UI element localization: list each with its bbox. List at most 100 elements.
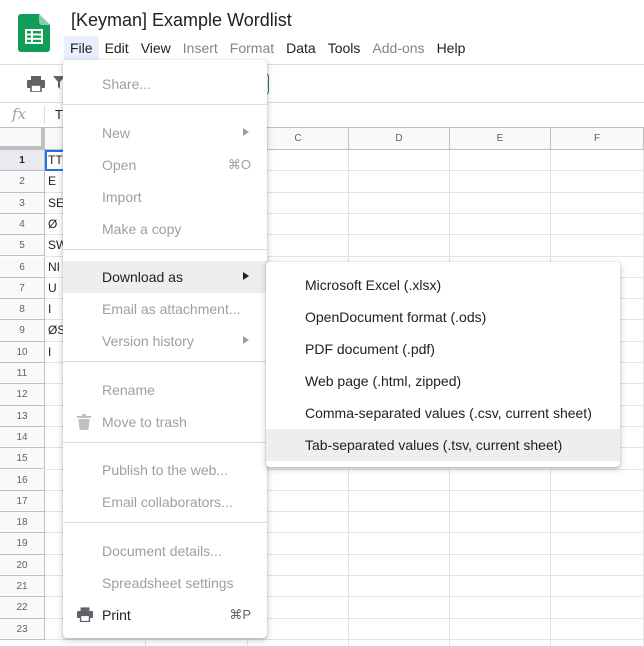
menu-separator	[63, 104, 267, 105]
file-menu-label: Email as attachment...	[102, 301, 241, 317]
file-menu-label: Make a copy	[102, 220, 182, 237]
row-header-16[interactable]: 16	[0, 469, 45, 491]
download-option-tab-separated-values-tsv-current-sheet[interactable]: Tab-separated values (.tsv, current shee…	[266, 429, 620, 461]
menu-addons[interactable]: Add-ons	[366, 36, 430, 60]
menu-file[interactable]: File	[64, 36, 99, 60]
file-menu-label: Email collaborators...	[102, 494, 233, 510]
row-header-5[interactable]: 5	[0, 235, 45, 257]
row-header-23[interactable]: 23	[0, 618, 45, 640]
file-menu-make-a-copy[interactable]: Make a copy	[63, 213, 267, 245]
cell-a8[interactable]: I	[48, 299, 51, 320]
cell-a2[interactable]: E	[48, 171, 56, 192]
download-option-label: Comma-separated values (.csv, current sh…	[305, 405, 592, 421]
download-as-submenu: Microsoft Excel (.xlsx) OpenDocument form…	[266, 262, 620, 467]
file-menu-download-as[interactable]: Download as	[63, 261, 267, 293]
row-header-9[interactable]: 9	[0, 320, 45, 342]
cell-a10[interactable]: I	[48, 342, 51, 363]
download-option-pdf-document-pdf[interactable]: PDF document (.pdf)	[266, 333, 620, 365]
file-menu-new[interactable]: New	[63, 117, 267, 149]
row-header-11[interactable]: 11	[0, 363, 45, 385]
menu-data[interactable]: Data	[280, 36, 322, 60]
menu-separator	[63, 522, 267, 523]
file-menu-spreadsheet-settings[interactable]: Spreadsheet settings	[63, 567, 267, 599]
menu-tools[interactable]: Tools	[322, 36, 367, 60]
file-menu-share[interactable]: Share...	[63, 68, 267, 100]
menu-insert[interactable]: Insert	[177, 36, 224, 60]
file-menu-label: Open	[102, 156, 137, 173]
file-menu-document-details[interactable]: Document details...	[63, 535, 267, 567]
download-option-opendocument-format-ods[interactable]: OpenDocument format (.ods)	[266, 301, 620, 333]
menu-separator	[63, 248, 267, 250]
print-icon[interactable]	[27, 76, 45, 92]
file-menu: Share... New Open ⌘O Import Make a copy Downlo…	[63, 60, 267, 638]
file-menu-publish-to-the-web[interactable]: Publish to the web...	[63, 454, 267, 486]
cell-a7[interactable]: U	[48, 278, 57, 299]
file-menu-label: Document details...	[102, 542, 222, 559]
row-header-7[interactable]: 7	[0, 277, 45, 300]
menu-separator	[63, 361, 267, 362]
row-header-2[interactable]: 2	[0, 171, 45, 193]
menu-format[interactable]: Format	[224, 36, 280, 60]
file-menu-open[interactable]: Open ⌘O	[63, 149, 267, 181]
shortcut-label: ⌘P	[229, 606, 251, 622]
row-header-18[interactable]: 18	[0, 512, 45, 534]
row-header-21[interactable]: 21	[0, 576, 45, 598]
row-header-10[interactable]: 10	[0, 341, 45, 363]
download-option-label: Web page (.html, zipped)	[305, 373, 462, 389]
file-menu-label: Rename	[102, 381, 155, 398]
submenu-arrow-icon	[243, 272, 249, 280]
menu-separator	[63, 441, 267, 443]
column-header-e[interactable]: E	[450, 128, 551, 150]
row-header-20[interactable]: 20	[0, 554, 45, 576]
file-menu-import[interactable]: Import	[63, 181, 267, 213]
file-menu-label: Spreadsheet settings	[102, 574, 234, 591]
cell-a3[interactable]: SE	[48, 193, 64, 214]
select-all-corner[interactable]	[0, 128, 45, 150]
sheets-logo-icon[interactable]	[18, 14, 50, 52]
download-option-label: PDF document (.pdf)	[305, 341, 435, 357]
download-option-comma-separated-values-csv-current-sheet[interactable]: Comma-separated values (.csv, current sh…	[266, 397, 620, 429]
file-menu-move-to-trash[interactable]: Move to trash	[63, 406, 267, 438]
file-menu-rename[interactable]: Rename	[63, 374, 267, 406]
submenu-arrow-icon	[243, 336, 249, 344]
download-option-label: Microsoft Excel (.xlsx)	[305, 277, 442, 293]
column-header-d[interactable]: D	[349, 128, 450, 150]
column-header-f[interactable]: F	[551, 128, 644, 150]
gridline-horizontal	[45, 638, 644, 640]
row-header-8[interactable]: 8	[0, 299, 45, 321]
formula-input[interactable]: T	[55, 107, 63, 122]
cell-selection	[45, 150, 65, 171]
download-option-label: Tab-separated values (.tsv, current shee…	[305, 437, 563, 453]
row-header-15[interactable]: 15	[0, 448, 45, 470]
row-header-17[interactable]: 17	[0, 490, 45, 513]
file-menu-label: Print	[102, 606, 131, 623]
row-header-13[interactable]: 13	[0, 405, 45, 427]
row-header-14[interactable]: 14	[0, 426, 45, 449]
print-icon	[77, 606, 93, 622]
row-header-12[interactable]: 12	[0, 384, 45, 406]
menu-view[interactable]: View	[135, 36, 177, 60]
row-header-4[interactable]: 4	[0, 213, 45, 236]
file-menu-version-history[interactable]: Version history	[63, 325, 267, 357]
file-menu-email-collaborators[interactable]: Email collaborators...	[63, 486, 267, 518]
row-header-22[interactable]: 22	[0, 597, 45, 619]
row-header-3[interactable]: 3	[0, 192, 45, 214]
download-option-web-page-html-zipped[interactable]: Web page (.html, zipped)	[266, 365, 620, 397]
row-header-1[interactable]: 1	[0, 150, 45, 172]
formula-separator	[44, 106, 45, 124]
file-menu-email-as-attachment[interactable]: Email as attachment...	[63, 293, 267, 325]
trash-icon	[77, 413, 91, 430]
file-menu-label: Publish to the web...	[102, 462, 229, 478]
download-option-microsoft-excel-xlsx[interactable]: Microsoft Excel (.xlsx)	[266, 269, 620, 301]
file-menu-label: Share...	[102, 76, 152, 92]
cell-a4[interactable]: Ø	[48, 214, 57, 235]
file-menu-label: Move to trash	[102, 413, 187, 430]
menu-edit[interactable]: Edit	[99, 36, 135, 60]
row-header-6[interactable]: 6	[0, 256, 45, 278]
submenu-arrow-icon	[243, 127, 249, 136]
document-title[interactable]: [Keyman] Example Wordlist	[71, 10, 292, 31]
file-menu-print[interactable]: Print ⌘P	[63, 599, 267, 631]
row-header-19[interactable]: 19	[0, 533, 45, 555]
menu-help[interactable]: Help	[431, 36, 472, 60]
cell-a6[interactable]: NI	[48, 257, 60, 278]
